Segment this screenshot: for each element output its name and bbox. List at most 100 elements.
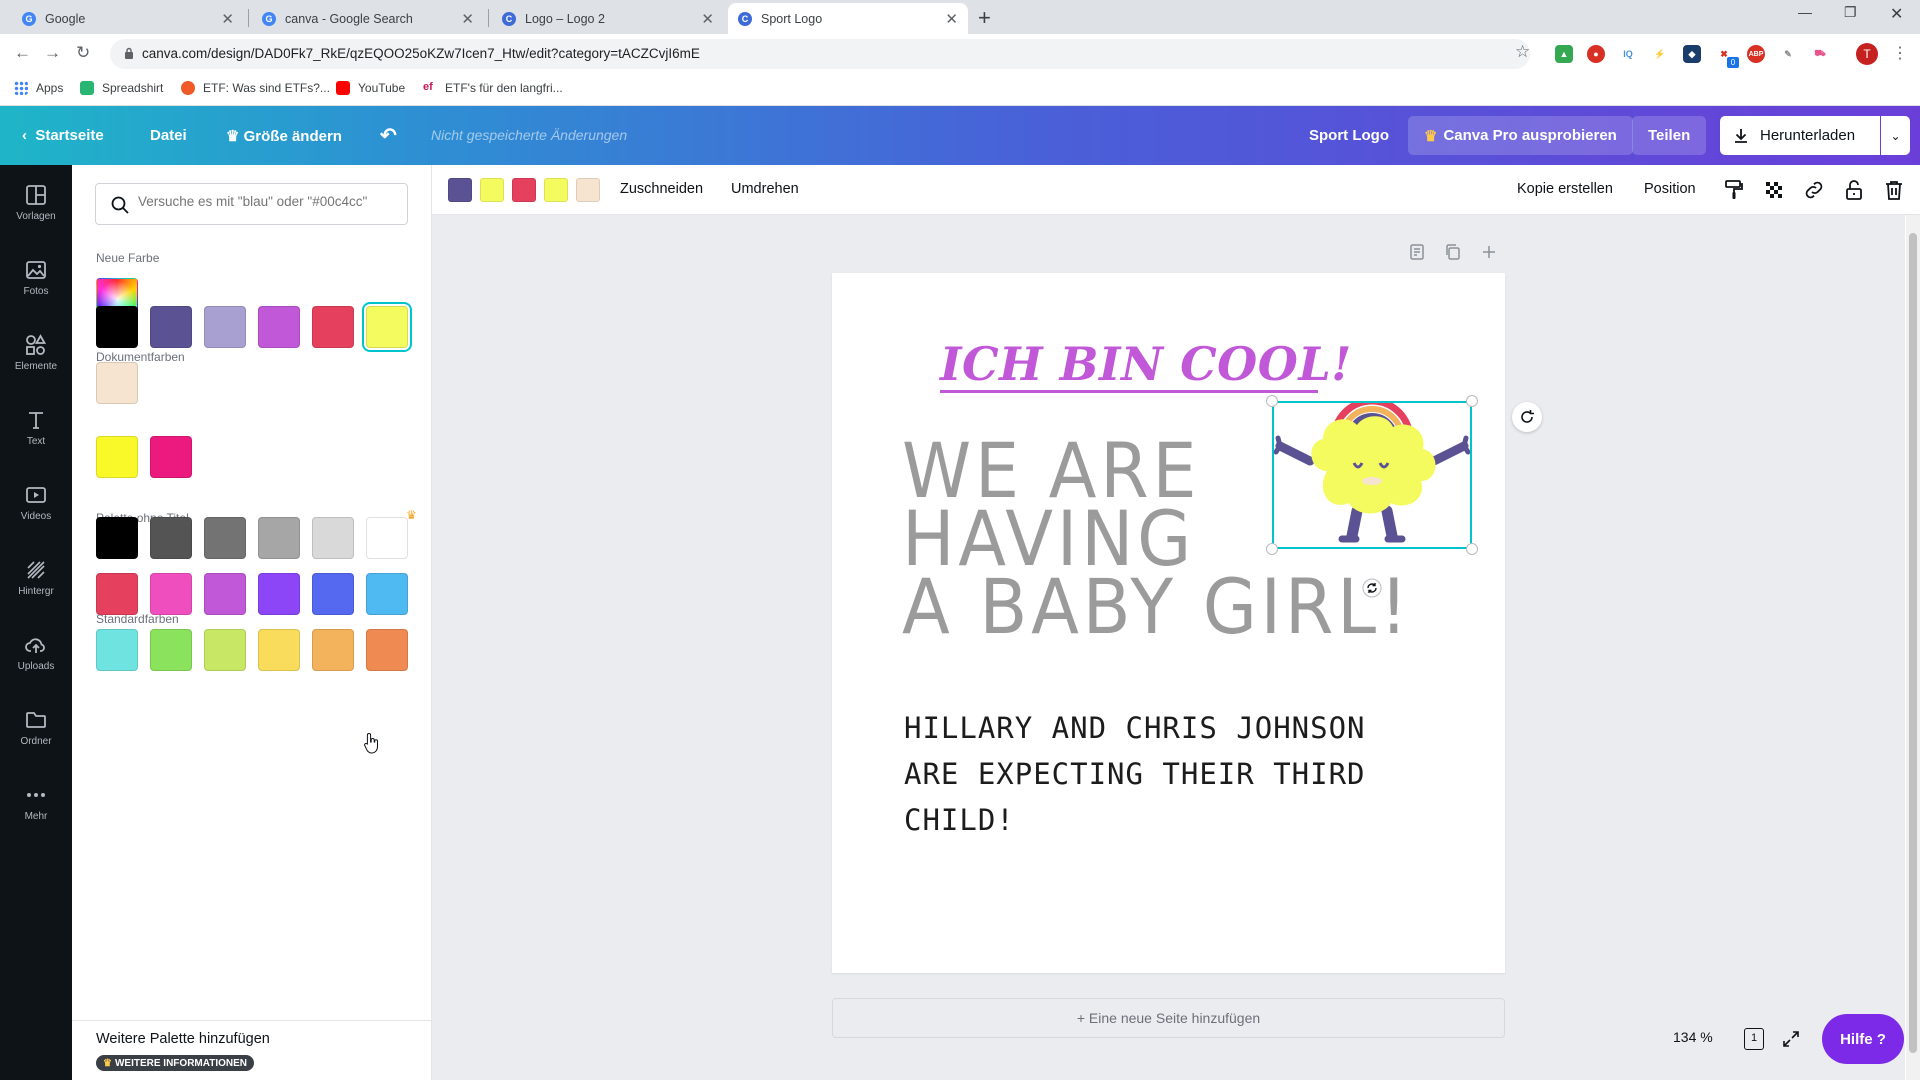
- design-canvas[interactable]: ICH BIN COOL! WE ARE HAVING A BABY GIRL!…: [832, 273, 1505, 973]
- sidebar-item-templates[interactable]: Vorlagen: [0, 183, 72, 222]
- add-new-page-button[interactable]: + Eine neue Seite hinzufügen: [832, 998, 1505, 1038]
- crop-button[interactable]: Zuschneiden: [620, 181, 703, 197]
- undo-icon[interactable]: ↶: [380, 123, 397, 148]
- color-swatch[interactable]: [150, 573, 192, 615]
- reload-icon[interactable]: ↻: [76, 43, 90, 63]
- resize-handle[interactable]: [1266, 543, 1278, 555]
- toolbar-color-swatch[interactable]: [544, 178, 568, 202]
- home-button[interactable]: ‹ Startseite: [22, 127, 104, 144]
- color-swatch[interactable]: [150, 517, 192, 559]
- color-swatch[interactable]: [150, 436, 192, 478]
- tab-sport-logo[interactable]: C Sport Logo ✕: [728, 3, 968, 34]
- sidebar-item-photos[interactable]: Fotos: [0, 258, 72, 297]
- resize-button[interactable]: ♛ Größe ändern: [226, 127, 342, 145]
- browser-menu-icon[interactable]: ⋮: [1892, 43, 1908, 63]
- file-menu-button[interactable]: Datei: [150, 127, 187, 144]
- sidebar-item-text[interactable]: Text: [0, 408, 72, 447]
- page-count-icon[interactable]: 1: [1744, 1028, 1764, 1050]
- sidebar-item-elements[interactable]: Elemente: [0, 333, 72, 372]
- toolbar-color-swatch[interactable]: [480, 178, 504, 202]
- tab-google-search[interactable]: G canva - Google Search ✕: [252, 3, 484, 34]
- try-pro-button[interactable]: ♛ Canva Pro ausprobieren: [1408, 116, 1633, 155]
- close-icon[interactable]: ✕: [701, 10, 714, 28]
- zoom-level[interactable]: 134 %: [1673, 1029, 1713, 1045]
- download-button[interactable]: Herunterladen: [1720, 116, 1880, 155]
- duplicate-page-icon[interactable]: [1444, 243, 1462, 261]
- color-swatch[interactable]: [204, 517, 246, 559]
- scrollbar-thumb[interactable]: [1909, 233, 1917, 1053]
- bookmark-etf[interactable]: ETF: Was sind ETFs?...: [181, 81, 330, 95]
- color-swatch[interactable]: [312, 306, 354, 348]
- resize-handle[interactable]: [1466, 543, 1478, 555]
- chevron-down-icon[interactable]: ⌄: [1881, 116, 1910, 155]
- bookmark-etf-long[interactable]: ef ETF's für den langfri...: [423, 81, 563, 95]
- body-line-2[interactable]: ARE EXPECTING THEIR THIRD: [904, 757, 1366, 791]
- design-name[interactable]: Sport Logo: [1309, 127, 1389, 144]
- resize-handle[interactable]: [1466, 395, 1478, 407]
- color-search[interactable]: [95, 183, 408, 225]
- color-swatch[interactable]: [204, 573, 246, 615]
- bookmark-star-icon[interactable]: ☆: [1515, 42, 1530, 62]
- back-icon[interactable]: ←: [14, 43, 31, 63]
- color-swatch[interactable]: [312, 517, 354, 559]
- resize-handle[interactable]: [1266, 395, 1278, 407]
- toolbar-color-swatch[interactable]: [448, 178, 472, 202]
- adblock-icon[interactable]: ABP: [1747, 45, 1765, 63]
- profile-avatar[interactable]: T: [1856, 43, 1878, 65]
- trash-icon[interactable]: [1882, 178, 1906, 202]
- color-swatch[interactable]: [366, 306, 408, 348]
- flip-button[interactable]: Umdrehen: [731, 181, 799, 197]
- help-button[interactable]: Hilfe ?: [1822, 1014, 1904, 1064]
- close-icon[interactable]: ✕: [461, 10, 474, 28]
- color-swatch[interactable]: [366, 573, 408, 615]
- bookmark-youtube[interactable]: YouTube: [336, 81, 405, 95]
- lock-icon[interactable]: [1842, 178, 1866, 202]
- sidebar-item-uploads[interactable]: Uploads: [0, 633, 72, 672]
- headline-line-3[interactable]: A BABY GIRL!: [902, 569, 1411, 645]
- color-swatch[interactable]: [258, 517, 300, 559]
- toolbar-color-swatch[interactable]: [512, 178, 536, 202]
- add-page-icon[interactable]: [1480, 243, 1498, 261]
- extension-icon[interactable]: ⛟: [1811, 45, 1829, 63]
- url-text[interactable]: canva.com/design/DAD0Fk7_RkE/qzEQOO25oKZ…: [142, 46, 700, 61]
- link-icon[interactable]: [1802, 178, 1826, 202]
- body-line-1[interactable]: HILLARY AND CHRIS JOHNSON: [904, 711, 1366, 745]
- refresh-button[interactable]: [1512, 402, 1542, 432]
- extension-icon[interactable]: ⚡: [1651, 45, 1669, 63]
- address-bar[interactable]: canva.com/design/DAD0Fk7_RkE/qzEQOO25oKZ…: [110, 39, 1530, 69]
- toolbar-color-swatch[interactable]: [576, 178, 600, 202]
- bookmark-apps[interactable]: Apps: [14, 81, 63, 95]
- bookmark-spreadshirt[interactable]: Spreadshirt: [80, 81, 163, 95]
- more-info-badge[interactable]: ♛ WEITERE INFORMATIONEN: [96, 1055, 254, 1071]
- color-swatch[interactable]: [258, 573, 300, 615]
- sidebar-item-folder[interactable]: Ordner: [0, 708, 72, 747]
- restore-icon[interactable]: ❐: [1844, 4, 1857, 21]
- vertical-scrollbar[interactable]: [1906, 215, 1920, 1080]
- color-swatch[interactable]: [150, 306, 192, 348]
- tab-logo[interactable]: C Logo – Logo 2 ✕: [492, 3, 724, 34]
- extension-icon[interactable]: ▲: [1555, 45, 1573, 63]
- color-swatch[interactable]: [96, 629, 138, 671]
- color-swatch[interactable]: [258, 306, 300, 348]
- body-line-3[interactable]: CHILD!: [904, 803, 1015, 837]
- color-swatch[interactable]: [96, 306, 138, 348]
- title-text[interactable]: ICH BIN COOL!: [940, 337, 1352, 391]
- color-swatch[interactable]: [204, 306, 246, 348]
- sidebar-item-background[interactable]: Hintergr: [0, 558, 72, 597]
- forward-icon[interactable]: →: [44, 43, 61, 63]
- extension-icon[interactable]: ✎: [1779, 45, 1797, 63]
- color-swatch[interactable]: [204, 629, 246, 671]
- sidebar-item-videos[interactable]: Videos: [0, 483, 72, 522]
- extension-icon[interactable]: ●: [1587, 45, 1605, 63]
- color-search-input[interactable]: [138, 194, 398, 209]
- color-swatch[interactable]: [96, 573, 138, 615]
- new-tab-icon[interactable]: +: [978, 5, 991, 31]
- color-swatch[interactable]: [96, 362, 138, 404]
- transparency-icon[interactable]: [1762, 178, 1786, 202]
- tab-google[interactable]: G Google ✕: [12, 3, 244, 34]
- minimize-icon[interactable]: —: [1798, 4, 1812, 20]
- color-swatch[interactable]: [312, 573, 354, 615]
- duplicate-button[interactable]: Kopie erstellen: [1517, 181, 1613, 197]
- color-swatch[interactable]: [96, 517, 138, 559]
- extension-icon[interactable]: IQ: [1619, 45, 1637, 63]
